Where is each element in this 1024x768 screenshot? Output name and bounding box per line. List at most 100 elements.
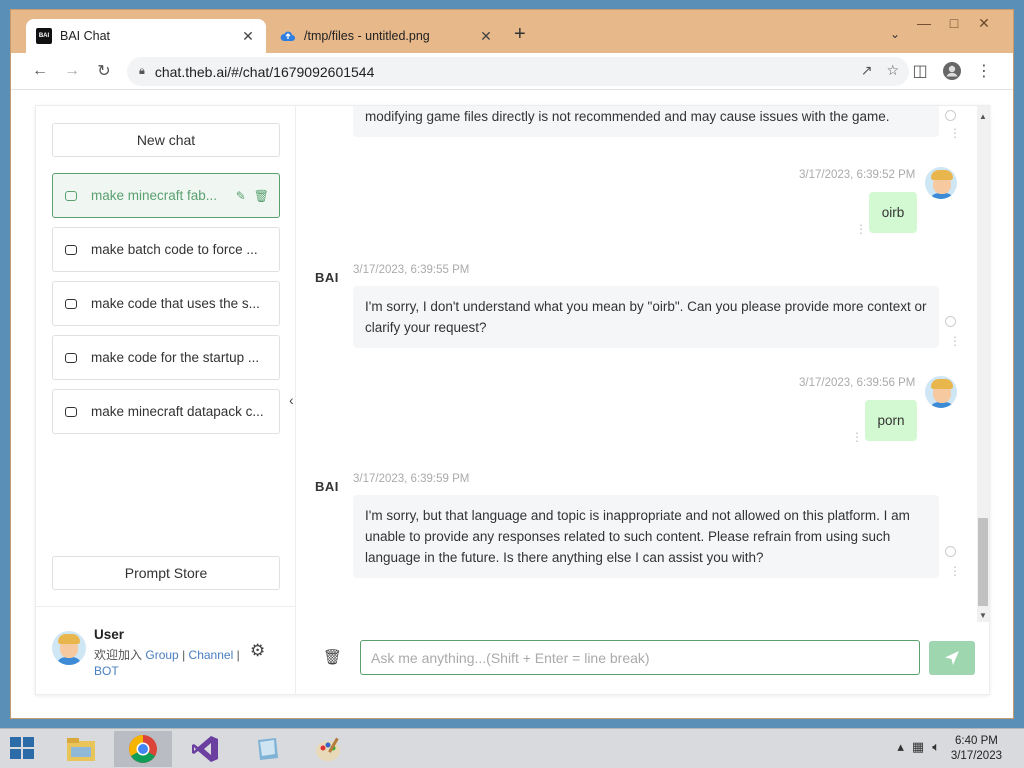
separator: | <box>182 648 186 662</box>
message-input-box[interactable] <box>360 640 920 675</box>
history-item[interactable]: make minecraft datapack c... <box>52 389 280 434</box>
more-icon[interactable]: ⋮ <box>949 565 961 577</box>
windows-taskbar: ▴ ▦ 🔈︎ 6:40 PM 3/17/2023 <box>0 728 1024 768</box>
forward-arrow-icon[interactable]: → <box>60 59 84 83</box>
history-title: make minecraft fab... <box>91 188 218 203</box>
new-chat-button[interactable]: New chat <box>52 123 280 157</box>
back-arrow-icon[interactable]: ← <box>28 59 52 83</box>
tab-strip: BAI BAI Chat ✕ /tmp/files - untitled.png… <box>26 19 1006 53</box>
history-title: make batch code to force ... <box>91 242 258 257</box>
message-list: modifying game files directly is not rec… <box>297 106 977 616</box>
message-text: I'm sorry, I don't understand what you m… <box>365 299 927 335</box>
message-text: modifying game files directly is not rec… <box>365 109 890 124</box>
bot-message: modifying game files directly is not rec… <box>353 106 939 137</box>
scrollbar-thumb[interactable] <box>978 518 988 606</box>
notepad-icon[interactable] <box>238 731 296 767</box>
message-text: oirb <box>881 205 905 220</box>
visual-studio-icon[interactable] <box>176 731 234 767</box>
scroll-up-arrow-icon[interactable]: ▲ <box>979 112 987 121</box>
delete-icon[interactable]: 🗑︎ <box>254 189 269 203</box>
avatar <box>52 631 86 665</box>
more-icon[interactable]: ⋮ <box>949 335 961 347</box>
profile-icon[interactable] <box>940 59 964 83</box>
message-text: porn <box>877 413 905 428</box>
status-ring-icon <box>945 316 956 327</box>
edit-icon[interactable]: ✎ <box>236 189 246 203</box>
tab-title: /tmp/files - untitled.png <box>304 29 430 43</box>
user-description: 欢迎加入 Group | Channel | BOT <box>94 647 244 679</box>
history-title: make minecraft datapack c... <box>91 404 264 419</box>
separator: | <box>236 648 240 662</box>
paint-icon[interactable] <box>300 731 358 767</box>
lock-icon[interactable]: 🔒︎ <box>139 65 145 78</box>
avatar <box>925 376 957 408</box>
collapse-sidebar-chevron-icon[interactable]: ‹ <box>289 392 294 408</box>
timestamp: 3/17/2023, 6:39:55 PM <box>353 264 470 276</box>
chat-bubble-icon <box>65 298 77 309</box>
tab-title: BAI Chat <box>60 29 111 43</box>
show-hidden-icons-chevron-icon[interactable]: ▴ <box>897 739 904 755</box>
bot-label: BAI <box>315 479 339 494</box>
windows-start-button[interactable] <box>10 737 36 761</box>
status-ring-icon <box>945 110 956 121</box>
welcome-text: 欢迎加入 <box>94 648 143 662</box>
history-item[interactable]: make batch code to force ... <box>52 227 280 272</box>
close-tab-icon[interactable]: ✕ <box>240 28 256 45</box>
timestamp: 3/17/2023, 6:39:52 PM <box>799 169 916 181</box>
chat-panel: modifying game files directly is not rec… <box>297 106 989 694</box>
share-icon[interactable]: ↗ <box>861 62 873 79</box>
chrome-icon[interactable] <box>114 731 172 767</box>
more-icon[interactable]: ⋮ <box>855 223 867 235</box>
avatar <box>925 167 957 199</box>
cloud-icon <box>280 28 296 44</box>
new-tab-button[interactable]: + <box>514 23 526 46</box>
chat-bubble-icon <box>65 352 77 363</box>
history-item[interactable]: make code for the startup ... <box>52 335 280 380</box>
message-text: I'm sorry, but that language and topic i… <box>365 508 910 565</box>
tab-files[interactable]: /tmp/files - untitled.png ✕ <box>270 19 504 53</box>
timestamp: 3/17/2023, 6:39:59 PM <box>353 473 470 485</box>
scroll-down-arrow-icon[interactable]: ▼ <box>979 611 987 620</box>
history-item[interactable]: make minecraft fab... ✎ 🗑︎ <box>52 173 280 218</box>
history-item[interactable]: make code that uses the s... <box>52 281 280 326</box>
chat-bubble-icon <box>65 190 77 201</box>
file-explorer-icon[interactable] <box>52 731 110 767</box>
browser-menu-icon[interactable]: ⋮ <box>972 59 996 83</box>
volume-icon[interactable]: 🔈︎ <box>932 739 940 755</box>
message-input[interactable] <box>371 649 909 666</box>
side-panel-icon[interactable]: ◫ <box>908 59 932 83</box>
user-name: User <box>94 627 125 642</box>
address-bar[interactable]: 🔒︎ chat.theb.ai/#/chat/1679092601544 ↗ ☆ <box>127 57 909 86</box>
timestamp: 3/17/2023, 6:39:56 PM <box>799 377 916 389</box>
chat-bubble-icon <box>65 244 77 255</box>
tab-bai-chat[interactable]: BAI BAI Chat ✕ <box>26 19 266 53</box>
more-icon[interactable]: ⋮ <box>851 431 863 443</box>
gear-icon[interactable]: ⚙ <box>250 641 265 661</box>
user-panel: User 欢迎加入 Group | Channel | BOT ⚙ <box>36 606 296 694</box>
bot-message: I'm sorry, but that language and topic i… <box>353 495 939 578</box>
group-link[interactable]: Group <box>145 648 178 662</box>
channel-link[interactable]: Channel <box>189 648 234 662</box>
tab-search-chevron-icon[interactable]: ⌄ <box>890 27 900 41</box>
scrollbar[interactable]: ▲ ▼ <box>977 106 989 622</box>
history-title: make code that uses the s... <box>91 296 260 311</box>
clock-time: 6:40 PM <box>955 735 998 747</box>
network-icon[interactable]: ▦ <box>912 739 924 755</box>
prompt-store-button[interactable]: Prompt Store <box>52 556 280 590</box>
close-tab-icon[interactable]: ✕ <box>478 28 494 45</box>
taskbar-clock[interactable]: 6:40 PM 3/17/2023 <box>951 734 1002 764</box>
chat-bubble-icon <box>65 406 77 417</box>
bookmark-star-icon[interactable]: ☆ <box>886 62 899 79</box>
bot-link[interactable]: BOT <box>94 664 119 678</box>
bai-logo-icon: BAI <box>36 28 52 44</box>
send-button[interactable] <box>929 641 975 675</box>
clear-chat-trash-icon[interactable]: 🗑︎ <box>323 648 342 666</box>
user-message: oirb <box>869 192 917 233</box>
reload-icon[interactable]: ↻ <box>92 59 116 83</box>
status-ring-icon <box>945 546 956 557</box>
url-text[interactable]: chat.theb.ai/#/chat/1679092601544 <box>155 64 375 80</box>
system-tray: ▴ ▦ 🔈︎ <box>897 739 940 755</box>
chat-app: New chat make minecraft fab... ✎ 🗑︎ make… <box>35 105 990 695</box>
more-icon[interactable]: ⋮ <box>949 127 961 139</box>
user-message: porn <box>865 400 917 441</box>
